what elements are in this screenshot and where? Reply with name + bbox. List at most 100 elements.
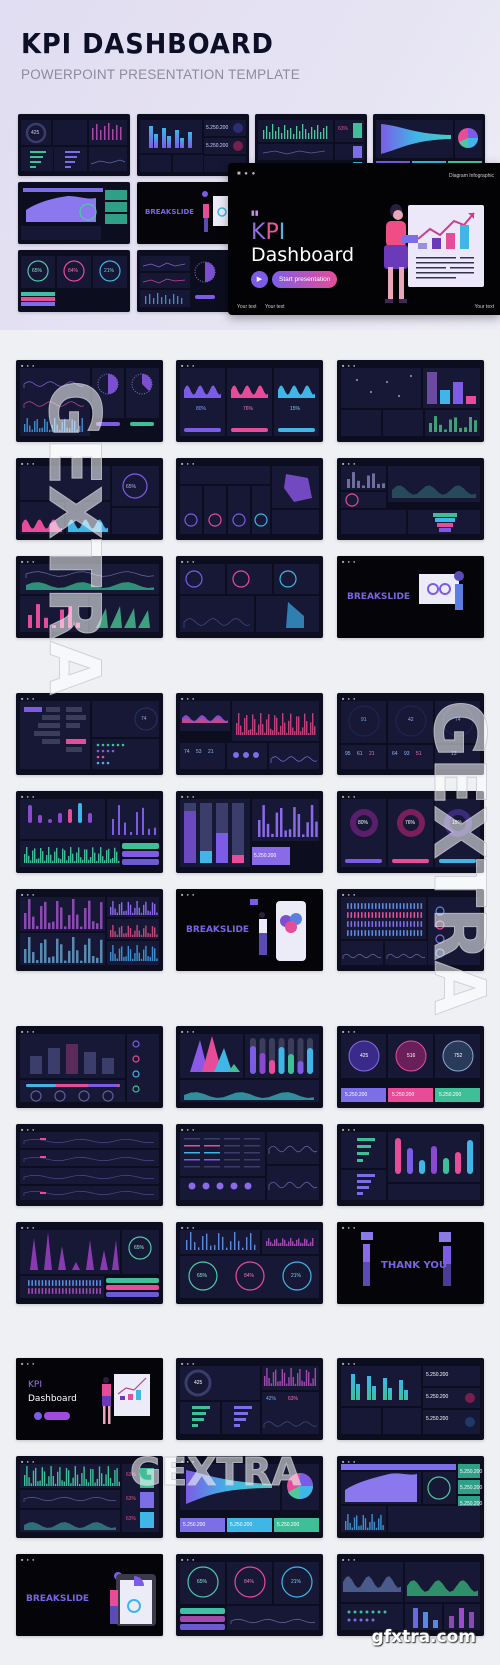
window-dots-icon: ■ ● ● — [342, 794, 357, 799]
slide-thumbnail-radar[interactable]: ■ ● ● — [176, 458, 323, 540]
window-dots-icon: ■ ● ● — [342, 461, 357, 466]
page-title: KPI DASHBOARD — [21, 27, 274, 60]
slide-thumbnail-thanks[interactable]: ■ ● ● THANK YOU — [337, 1222, 484, 1304]
slide-thumbnail-hbar74[interactable]: ■ ● ● 74 — [16, 693, 163, 775]
slide-thumbnail-break2[interactable]: ■ ● ● BREAKSLIDE — [176, 889, 323, 971]
thumb-graphic — [20, 1230, 159, 1298]
thumb-gauges[interactable]: 65% 84% 21% — [18, 250, 130, 312]
slide-thumbnail-columns[interactable]: ■ ● ● 5.250.200 5.250.200 5.250.200 — [337, 1358, 484, 1440]
hero-slide-preview[interactable]: ■ ● ● Diagram Infographic ▮▮ KPI Dashboa… — [228, 163, 500, 315]
thumb-graphic — [180, 1366, 319, 1434]
slide-thumbnail-gauges65[interactable]: ■ ● ● 65% 84% 21% — [176, 1222, 323, 1304]
value-label: 84% — [244, 1273, 255, 1279]
slide-thumbnail-mixed[interactable]: ■ ● ● — [337, 1554, 484, 1636]
footer-text: Your text — [265, 304, 285, 310]
window-dots-icon: ■ ● ● — [181, 892, 196, 897]
slide-thumbnail-table[interactable]: ■ ● ● — [176, 1124, 323, 1206]
slide-thumbnail-peaks[interactable]: ■ ● ● — [176, 1026, 323, 1108]
thumb-graphic — [180, 368, 319, 436]
thumb-donut-bars[interactable]: 425 — [18, 114, 130, 176]
value-label: 516 — [407, 1053, 416, 1059]
thumb-graphic — [180, 564, 319, 632]
value-label: 5.250.200 — [460, 1501, 483, 1507]
play-button[interactable]: ▶ — [251, 271, 268, 288]
thumb-graphic — [20, 701, 159, 769]
value-label: 5.250.200 — [254, 853, 277, 859]
window-dots-icon: ■ ● ● — [342, 1459, 357, 1464]
slide-thumbnail-stack[interactable]: ■ ● ● 5.250.200 — [176, 791, 323, 873]
value-label: 752 — [454, 1053, 463, 1059]
slide-thumbnail-timeline[interactable]: ■ ● ● — [16, 1026, 163, 1108]
dashboard-heading: Dashboard — [28, 1394, 77, 1404]
window-dots-icon: ■ ● ● — [21, 1361, 36, 1366]
watermark-brand: GEXTRA — [129, 1450, 302, 1495]
value-label: 80% — [358, 820, 369, 826]
value-label: 42% — [266, 1396, 277, 1402]
watermark-site: gfxtra.com — [371, 1627, 476, 1647]
value-label: 95 — [345, 751, 351, 757]
gauge-value: 84% — [68, 268, 79, 274]
value-label: 74 — [184, 749, 190, 755]
window-dots-icon: ■ ● ● — [342, 696, 357, 701]
value-label: 5.250.200 — [426, 1416, 449, 1422]
gauge-value: 65% — [32, 268, 43, 274]
value-label: 91 — [361, 717, 367, 723]
presenter-illustration — [384, 204, 418, 303]
slide-heading: THANK YOU — [381, 1260, 448, 1271]
thumb-graphic — [20, 1034, 159, 1102]
value-label: 21 — [208, 749, 214, 755]
thumb-graphic — [21, 188, 127, 240]
hero-banner: KPI DASHBOARD POWERPOINT PRESENTATION TE… — [0, 0, 500, 330]
window-dots-icon: ■ ● ● — [21, 794, 36, 799]
window-dots-icon: ■ ● ● — [181, 1361, 196, 1366]
thumb-graphic — [180, 1034, 319, 1102]
value-label: 65% — [134, 1245, 145, 1251]
value-label: 5.250.200 — [277, 1522, 300, 1528]
window-dots-icon: ■ ● ● — [21, 696, 36, 701]
footer-text: Your text — [474, 304, 494, 310]
start-presentation-button[interactable]: Start presentation — [272, 271, 338, 288]
thumb-area-chart[interactable] — [18, 182, 130, 244]
slide-heading: BREAKSLIDE — [186, 925, 250, 935]
slide-thumbnail-gauges3line[interactable]: ■ ● ● — [176, 556, 323, 638]
slide-thumbnail-radial[interactable]: ■ ● ● 425 516 752 5.250.200 5.250.200 5.250.20… — [337, 1026, 484, 1108]
dashboard-heading: Dashboard — [251, 244, 355, 266]
value-label: 65% — [197, 1273, 208, 1279]
value-label: 5.250.200 — [439, 1092, 462, 1098]
slide-thumbnail-lines4[interactable]: ■ ● ● — [16, 1124, 163, 1206]
thumb-graphic — [20, 897, 159, 965]
slide-thumbnail-area3[interactable]: ■ ● ● 5.250.200 5.250.200 5.250.200 — [337, 1456, 484, 1538]
value-label: 42 — [408, 717, 414, 723]
slide-thumbnail-pills[interactable]: ■ ● ● — [337, 1124, 484, 1206]
value-label: 74 — [141, 716, 147, 722]
kpi-heading: KPI — [251, 220, 285, 245]
kpi-letter-k: K — [251, 220, 266, 245]
slide-thumbnail-spikes[interactable]: ■ ● ● 65% — [16, 1222, 163, 1304]
play-icon: ▶ — [256, 276, 263, 283]
slide-thumbnail-break[interactable]: ■ ● ● BREAKSLIDE — [337, 556, 484, 638]
slide-thumbnail-gauges65b[interactable]: ■ ● ● 65% 84% 21% — [176, 1554, 323, 1636]
thumb-graphic — [21, 256, 127, 306]
thumb-graphic — [180, 1132, 319, 1200]
window-dots-icon: ■ ● ● — [342, 1557, 357, 1562]
value-label: 64 — [392, 751, 398, 757]
slide-thumbnail-donut425[interactable]: ■ ● ● 425 42% 63% — [176, 1358, 323, 1440]
watermark-brand: GEXTRA — [418, 700, 500, 1016]
value-label: 5.250.200 — [206, 125, 229, 131]
thumb-graphic — [21, 120, 127, 171]
slide-thumbnail-bars2[interactable]: ■ ● ● — [16, 889, 163, 971]
slide-thumbnail-funnel[interactable]: ■ ● ● — [337, 458, 484, 540]
value-label: 65% — [126, 484, 137, 490]
kpi-heading: KPI — [28, 1380, 42, 1390]
window-dots-icon: ■ ● ● — [342, 1029, 357, 1034]
slide-thumbnail-kpi[interactable]: ■ ● ● KPI Dashboard — [16, 1358, 163, 1440]
thumb-graphic — [180, 466, 319, 534]
window-dots-icon: ■ ● ● — [181, 1127, 196, 1132]
slide-thumbnail-wavesSmall[interactable]: ■ ● ● 74 53 21 — [176, 693, 323, 775]
slide-thumbnail-dots[interactable]: ■ ● ● — [337, 360, 484, 442]
thumb-graphic — [341, 1562, 480, 1630]
slide-thumbnail-bubbles[interactable]: ■ ● ● — [16, 791, 163, 873]
slide-thumbnail-waves3[interactable]: ■ ● ● 80% 76% 15% — [176, 360, 323, 442]
slide-thumbnail-break3[interactable]: ■ ● ● BREAKSLIDE — [16, 1554, 163, 1636]
value-label: 93 — [404, 751, 410, 757]
